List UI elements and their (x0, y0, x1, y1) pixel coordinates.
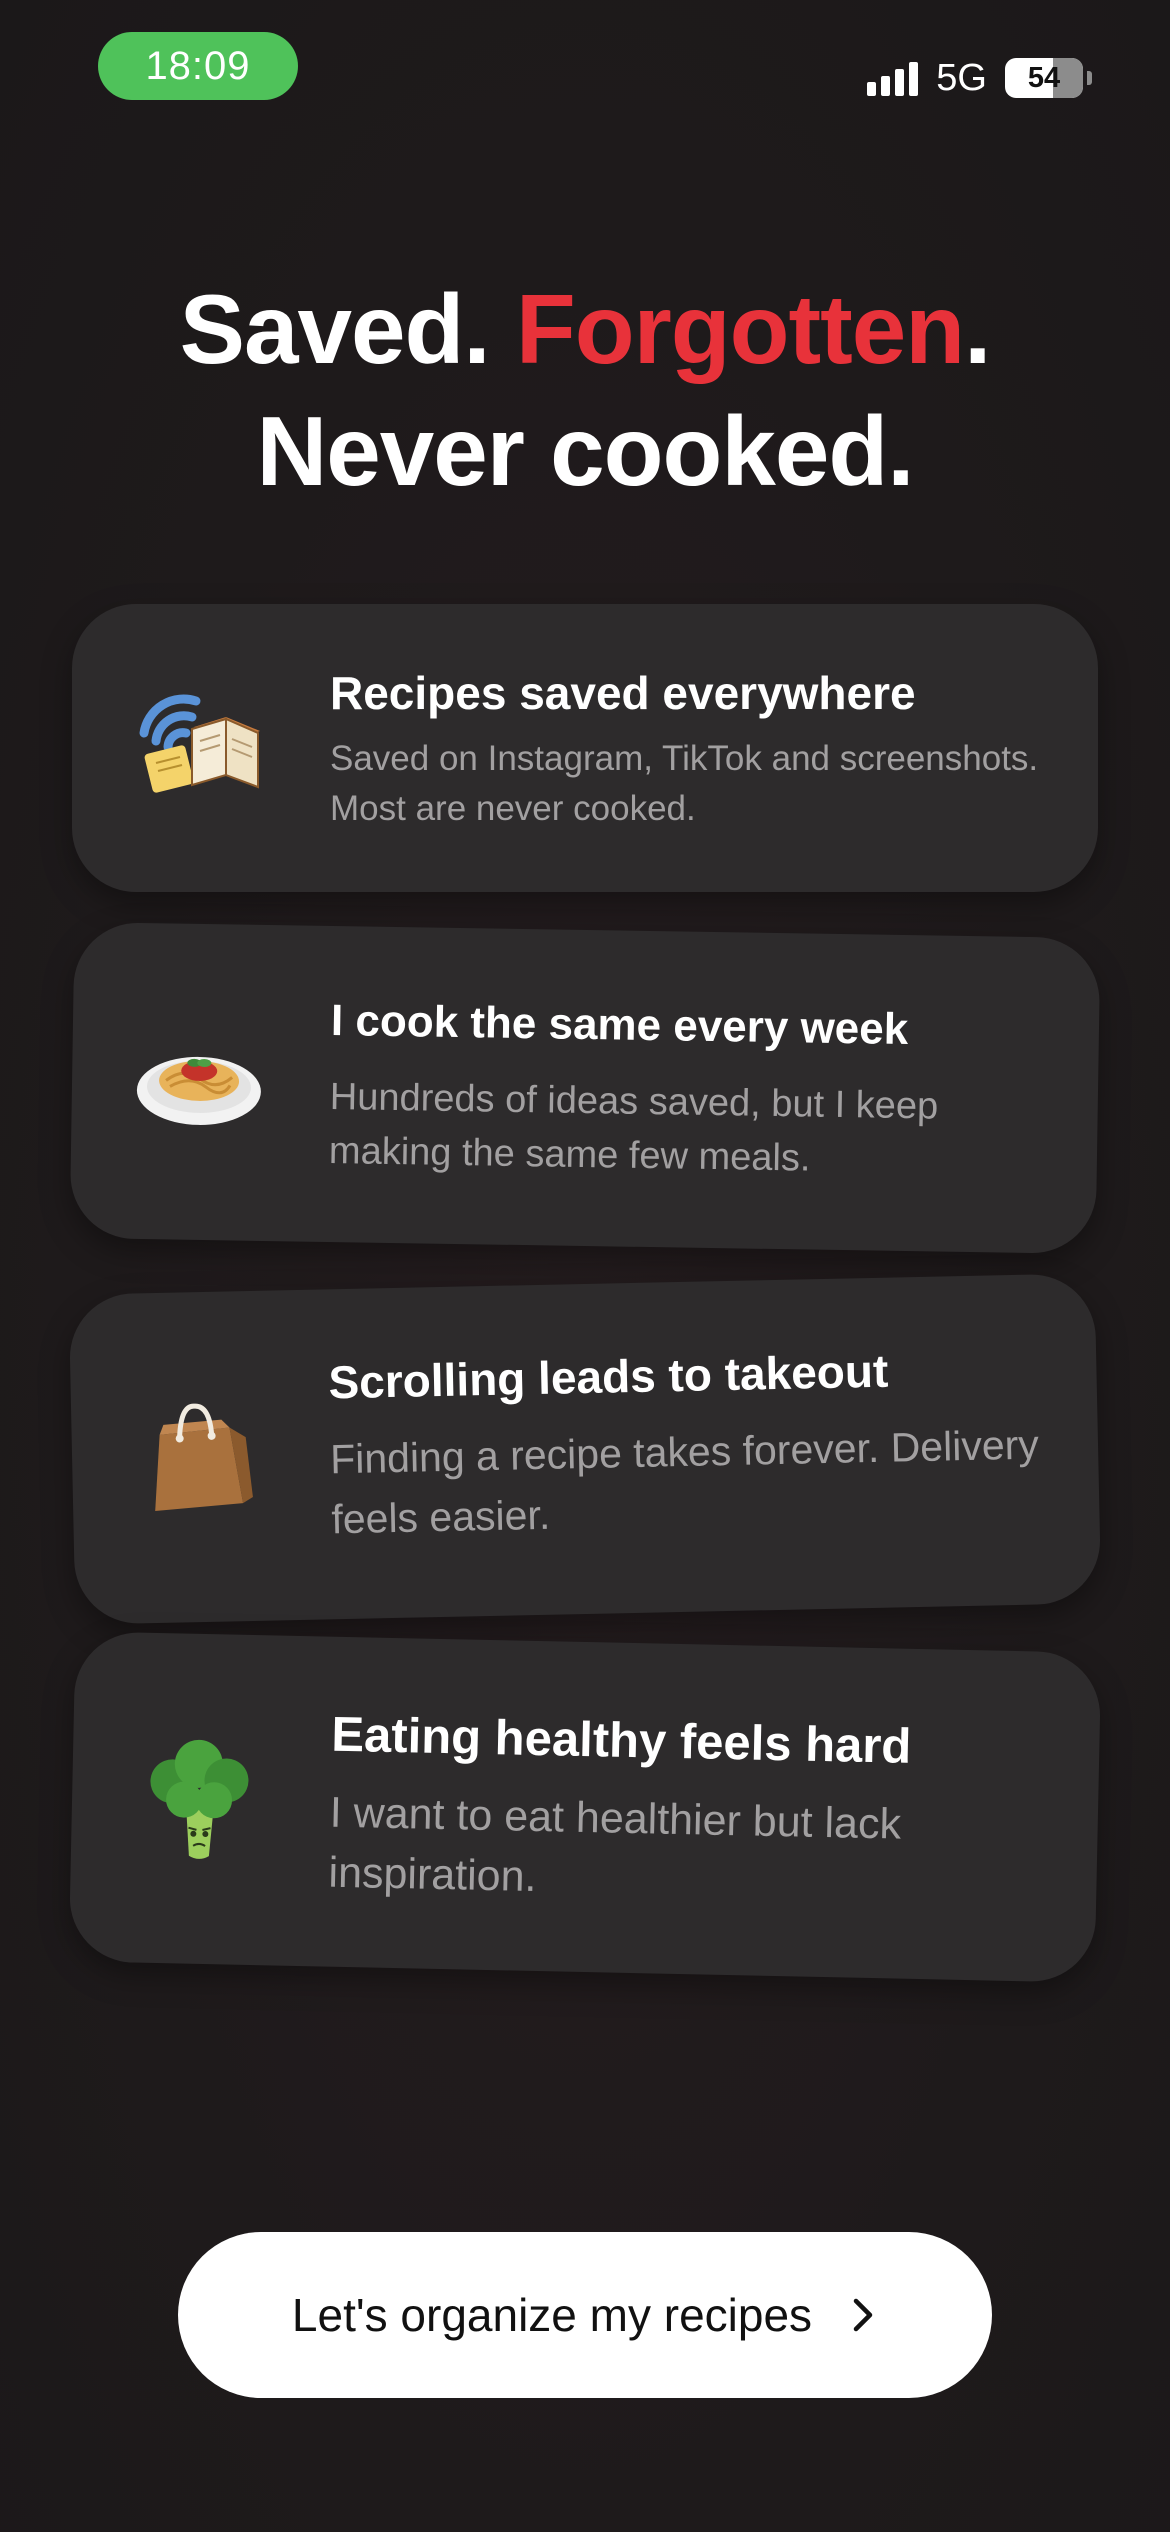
card-title: Eating healthy feels hard (330, 1707, 912, 1774)
onboarding-screen: 18:09 5G 54 Saved. Forgotten. Never cook… (0, 0, 1170, 2532)
spaghetti-icon (133, 1016, 265, 1148)
battery-level: 54 (1027, 61, 1061, 94)
chevron-right-icon (853, 2298, 873, 2332)
card-title: Recipes saved everywhere (330, 667, 916, 719)
title-accent-forgotten: Forgotten (515, 274, 965, 384)
takeout-bag-icon (133, 1391, 266, 1524)
broccoli-icon (133, 1733, 266, 1866)
card-description: Hundreds of ideas saved, but I keep maki… (328, 1075, 939, 1180)
page-title: Saved. Forgotten. Never cooked. (0, 268, 1170, 512)
network-type: 5G (936, 56, 987, 99)
title-part-saved: Saved. (179, 274, 491, 384)
status-bar: 18:09 5G 54 (0, 0, 1170, 140)
card-description: I want to eat healthier but lack inspira… (328, 1788, 902, 1901)
title-period: . (964, 274, 991, 384)
card-title: Scrolling leads to takeout (328, 1344, 889, 1409)
signal-icon (867, 60, 919, 96)
pain-point-card-eating-healthy: Eating healthy feels hard I want to eat … (68, 1631, 1102, 1983)
pain-point-card-same-every-week: I cook the same every week Hundreds of i… (69, 921, 1101, 1255)
pain-point-card-scrolling-takeout: Scrolling leads to takeout Finding a rec… (68, 1273, 1102, 1625)
pain-point-card-saved-everywhere: Recipes saved everywhere Saved on Instag… (72, 604, 1098, 892)
status-time: 18:09 (98, 32, 298, 100)
battery-icon: 54 (1005, 58, 1083, 98)
card-description: Saved on Instagram, TikTok and screensho… (330, 739, 1039, 828)
saved-recipes-icon (134, 683, 264, 813)
card-description: Finding a recipe takes forever. Delivery… (329, 1421, 1040, 1543)
cta-label: Let's organize my recipes (291, 2289, 813, 2341)
card-title: I cook the same every week (330, 996, 909, 1055)
title-line-2: Never cooked. (256, 396, 915, 506)
organize-recipes-button[interactable]: Let's organize my recipes (178, 2232, 992, 2398)
status-indicators: 5G 54 (867, 44, 1092, 112)
